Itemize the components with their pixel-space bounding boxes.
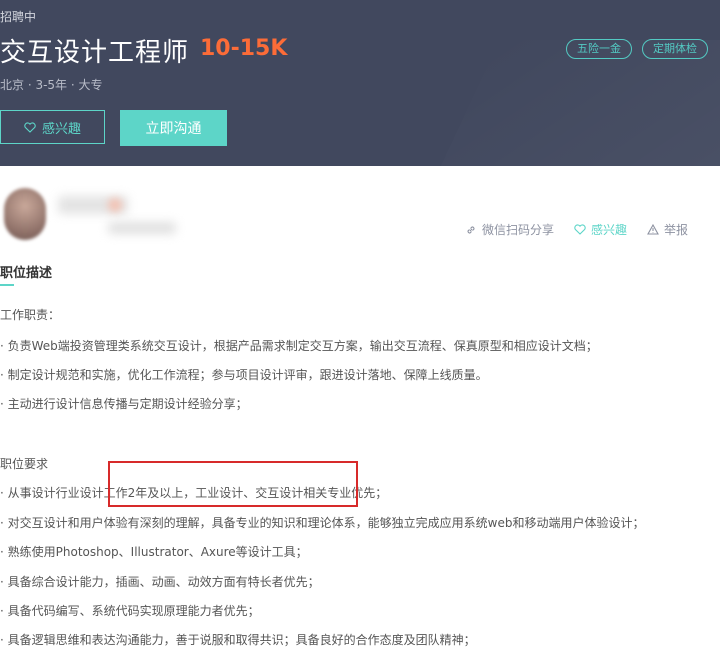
benefit-tag: 定期体检 (642, 39, 708, 59)
report-label: 举报 (663, 223, 688, 237)
highlight-annotation-box (108, 461, 358, 507)
heart-icon (574, 224, 586, 235)
job-header: 招聘中 交互设计工程师 10-15K 北京 · 3-5年 · 大专 五险一金 定… (0, 0, 720, 166)
chat-now-button[interactable]: 立即沟通 (120, 110, 227, 146)
requirement-item: · 熟练使用Photoshop、Illustrator、Axure等设计工具； (0, 545, 308, 559)
job-title: 交互设计工程师 (0, 38, 190, 68)
share-wechat-label: 微信扫码分享 (481, 223, 554, 237)
requirement-item: · 对交互设计和用户体验有深刻的理解，具备专业的知识和理论体系，能够独立完成应用… (0, 516, 645, 530)
duties-heading: 工作职责： (0, 308, 61, 322)
interest-button[interactable]: 感兴趣 (0, 110, 105, 144)
section-title: 职位描述 (0, 266, 53, 281)
warning-icon (647, 224, 659, 235)
heart-icon (24, 121, 36, 133)
benefit-tag: 五险一金 (566, 39, 632, 59)
job-meta: 北京 · 3-5年 · 大专 (0, 78, 103, 92)
duty-item: · 负责Web端投资管理类系统交互设计，根据产品需求制定交互方案，输出交互流程、… (0, 339, 598, 353)
blurred-recruiter-title (108, 222, 176, 234)
requirement-item: · 具备代码编写、系统代码实现原理能力者优先； (0, 604, 260, 618)
link-icon (465, 224, 477, 236)
requirement-item: · 具备综合设计能力，插画、动画、动效方面有特长者优先； (0, 575, 320, 589)
salary: 10-15K (200, 36, 288, 61)
share-wechat-link[interactable]: 微信扫码分享 (465, 221, 554, 238)
requirement-item: · 具备逻辑思维和表达沟通能力，善于说服和取得共识；具备良好的合作态度及团队精神… (0, 633, 476, 647)
interest-link[interactable]: 感兴趣 (574, 221, 627, 238)
avatar[interactable] (4, 188, 46, 240)
benefit-tags: 五险一金 定期体检 (566, 39, 708, 59)
duty-item: · 主动进行设计信息传播与定期设计经验分享； (0, 397, 248, 411)
requirements-heading: 职位要求 (0, 457, 49, 471)
blurred-badge (108, 198, 122, 212)
duty-item: · 制定设计规范和实施，优化工作流程；参与项目设计评审，跟进设计落地、保障上线质… (0, 368, 488, 382)
section-underline (0, 284, 14, 286)
interest-link-label: 感兴趣 (590, 223, 627, 237)
job-status: 招聘中 (0, 10, 37, 24)
job-actions: 微信扫码分享 感兴趣 举报 (465, 221, 688, 238)
report-link[interactable]: 举报 (647, 221, 688, 238)
interest-button-label: 感兴趣 (41, 121, 81, 137)
